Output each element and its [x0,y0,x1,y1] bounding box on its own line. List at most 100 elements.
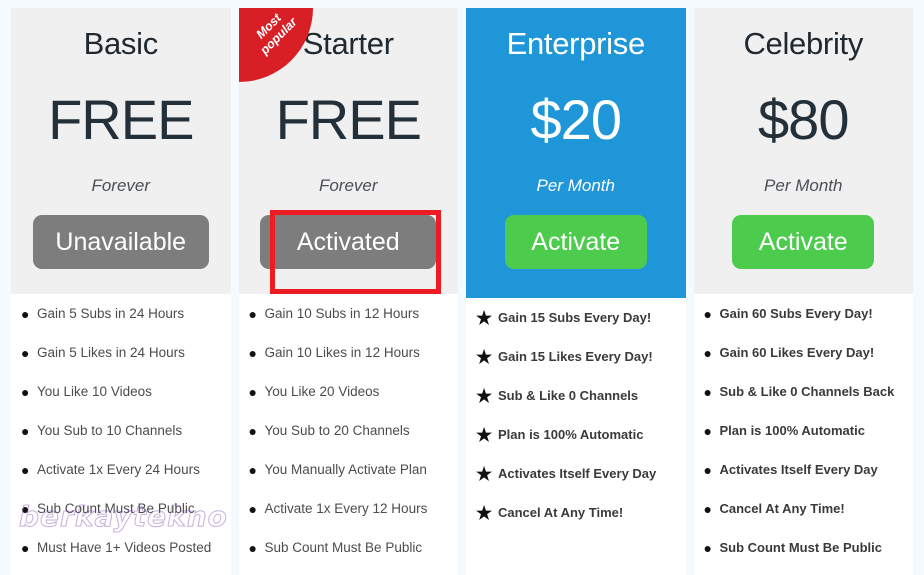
list-item: ● Gain 10 Subs in 12 Hours [239,306,459,345]
plan-column-enterprise: Enterprise $20 Per Month Activate ★ Gain … [466,8,686,575]
list-item: ● Activates Itself Every Day [694,462,914,501]
feature-text: Cancel At Any Time! [719,501,845,517]
plan-button-wrap: Activate [694,214,914,269]
activated-button[interactable]: Activated [260,214,437,269]
dot-bullet-icon: ● [703,423,712,440]
dot-bullet-icon: ● [21,501,30,518]
dot-bullet-icon: ● [21,306,30,323]
feature-text: Plan is 100% Automatic [719,423,865,439]
dot-bullet-icon: ● [21,540,30,557]
unavailable-button[interactable]: Unavailable [32,214,209,269]
plan-column-celebrity: Celebrity $80 Per Month Activate ● Gain 6… [693,8,914,575]
list-item: ● You Like 10 Videos [11,384,231,423]
feature-text: You Sub to 10 Channels [37,423,183,439]
dot-bullet-icon: ● [703,540,712,557]
feature-text: Activate 1x Every 12 Hours [264,501,428,517]
list-item: ● You Like 20 Videos [239,384,459,423]
feature-text: You Sub to 20 Channels [264,423,410,439]
feature-text: Activates Itself Every Day [498,466,657,481]
list-item: ● You Sub to 10 Channels [11,423,231,462]
feature-list-starter: ● Gain 10 Subs in 12 Hours ● Gain 10 Likes… [238,294,459,575]
feature-text: You Like 20 Videos [264,384,380,400]
plan-button-wrap: Unavailable [11,214,231,269]
list-item: ★ Gain 15 Likes Every Day! [466,348,686,388]
feature-text: Must Have 1+ Videos Posted [37,540,212,556]
plan-column-starter: Most popular Starter FREE Forever Activa… [238,8,459,575]
feature-text: Gain 15 Subs Every Day! [498,310,652,325]
plan-period: Per Month [536,175,615,195]
star-bullet-icon: ★ [476,308,493,328]
star-bullet-icon: ★ [476,425,493,445]
feature-text: Gain 60 Likes Every Day! [719,345,875,361]
feature-text: Activate 1x Every 24 Hours [37,462,200,478]
plan-name: Celebrity [743,26,864,61]
star-bullet-icon: ★ [476,503,493,523]
list-item: ● Gain 60 Subs Every Day! [694,306,914,345]
dot-bullet-icon: ● [21,345,30,362]
list-item: ● Gain 5 Subs in 24 Hours [11,306,231,345]
activate-button[interactable]: Activate [504,214,647,269]
plan-price: FREE [48,87,194,151]
list-item: ★ Activates Itself Every Day [466,464,686,505]
feature-list-enterprise: ★ Gain 15 Subs Every Day! ★ Gain 15 Likes … [466,298,686,575]
feature-list-celebrity: ● Gain 60 Subs Every Day! ● Gain 60 Likes … [693,294,914,575]
feature-text: Gain 5 Subs in 24 Hours [37,306,185,322]
list-item: ● Gain 5 Likes in 24 Hours [11,345,231,384]
plan-price: $80 [758,87,849,151]
list-item: ● Sub Count Must Be Public [11,501,231,540]
dot-bullet-icon: ● [248,540,257,557]
list-item: ● Sub & Like 0 Channels Back [694,384,914,423]
list-item: ★ Plan is 100% Automatic [466,425,686,466]
feature-text: Sub Count Must Be Public [37,501,195,517]
dot-bullet-icon: ● [703,462,712,479]
feature-text: Gain 15 Likes Every Day! [498,349,653,364]
feature-text: Gain 5 Likes in 24 Hours [37,345,185,361]
list-item: ★ Sub & Like 0 Channels [466,387,686,427]
plan-column-basic: Basic FREE Forever Unavailable ● Gain 5 S… [11,8,231,575]
feature-list-basic: ● Gain 5 Subs in 24 Hours ● Gain 5 Likes i… [11,294,231,575]
list-item: ● Plan is 100% Automatic [694,423,914,462]
dot-bullet-icon: ● [248,423,257,440]
list-item: ★ Gain 15 Subs Every Day! [466,308,686,349]
dot-bullet-icon: ● [248,345,257,362]
list-item: ● Gain 60 Likes Every Day! [694,345,914,384]
plan-header-enterprise: Enterprise $20 Per Month Activate [466,8,686,298]
list-item: ● Activate 1x Every 12 Hours [239,501,459,540]
feature-text: Sub Count Must Be Public [719,540,883,556]
pricing-table: Basic FREE Forever Unavailable ● Gain 5 S… [0,0,924,575]
dot-bullet-icon: ● [248,384,257,401]
dot-bullet-icon: ● [248,462,257,479]
list-item: ● Sub Count Must Be Public [694,540,914,575]
dot-bullet-icon: ● [21,462,30,479]
feature-text: Plan is 100% Automatic [498,427,644,442]
list-item: ● Activate 1x Every 24 Hours [11,462,231,501]
list-item: ● You Manually Activate Plan [239,462,459,501]
feature-text: Gain 10 Likes in 12 Hours [264,345,420,361]
dot-bullet-icon: ● [21,384,30,401]
dot-bullet-icon: ● [703,384,712,401]
plan-header-starter: Most popular Starter FREE Forever Activa… [238,8,459,295]
plan-header-celebrity: Celebrity $80 Per Month Activate [693,8,914,295]
dot-bullet-icon: ● [703,306,712,323]
list-item: ● Gain 10 Likes in 12 Hours [239,345,459,384]
feature-text: Cancel At Any Time! [498,505,624,520]
list-item: ★ Cancel At Any Time! [466,503,686,544]
plan-price: FREE [275,87,422,151]
star-bullet-icon: ★ [476,464,493,484]
feature-text: Sub Count Must Be Public [264,540,423,556]
plan-button-wrap: Activated [239,214,459,269]
dot-bullet-icon: ● [248,501,257,518]
dot-bullet-icon: ● [703,501,712,518]
plan-name: Basic [83,26,159,61]
plan-price: $20 [530,87,622,151]
dot-bullet-icon: ● [21,423,30,440]
dot-bullet-icon: ● [248,306,257,323]
feature-text: Gain 60 Subs Every Day! [719,306,873,322]
activate-button[interactable]: Activate [732,214,875,269]
plan-period: Forever [318,175,378,195]
feature-text: You Manually Activate Plan [264,462,427,478]
list-item: ● Cancel At Any Time! [694,501,914,540]
dot-bullet-icon: ● [703,345,712,362]
feature-text: You Like 10 Videos [37,384,152,400]
plan-name: Enterprise [506,26,646,61]
